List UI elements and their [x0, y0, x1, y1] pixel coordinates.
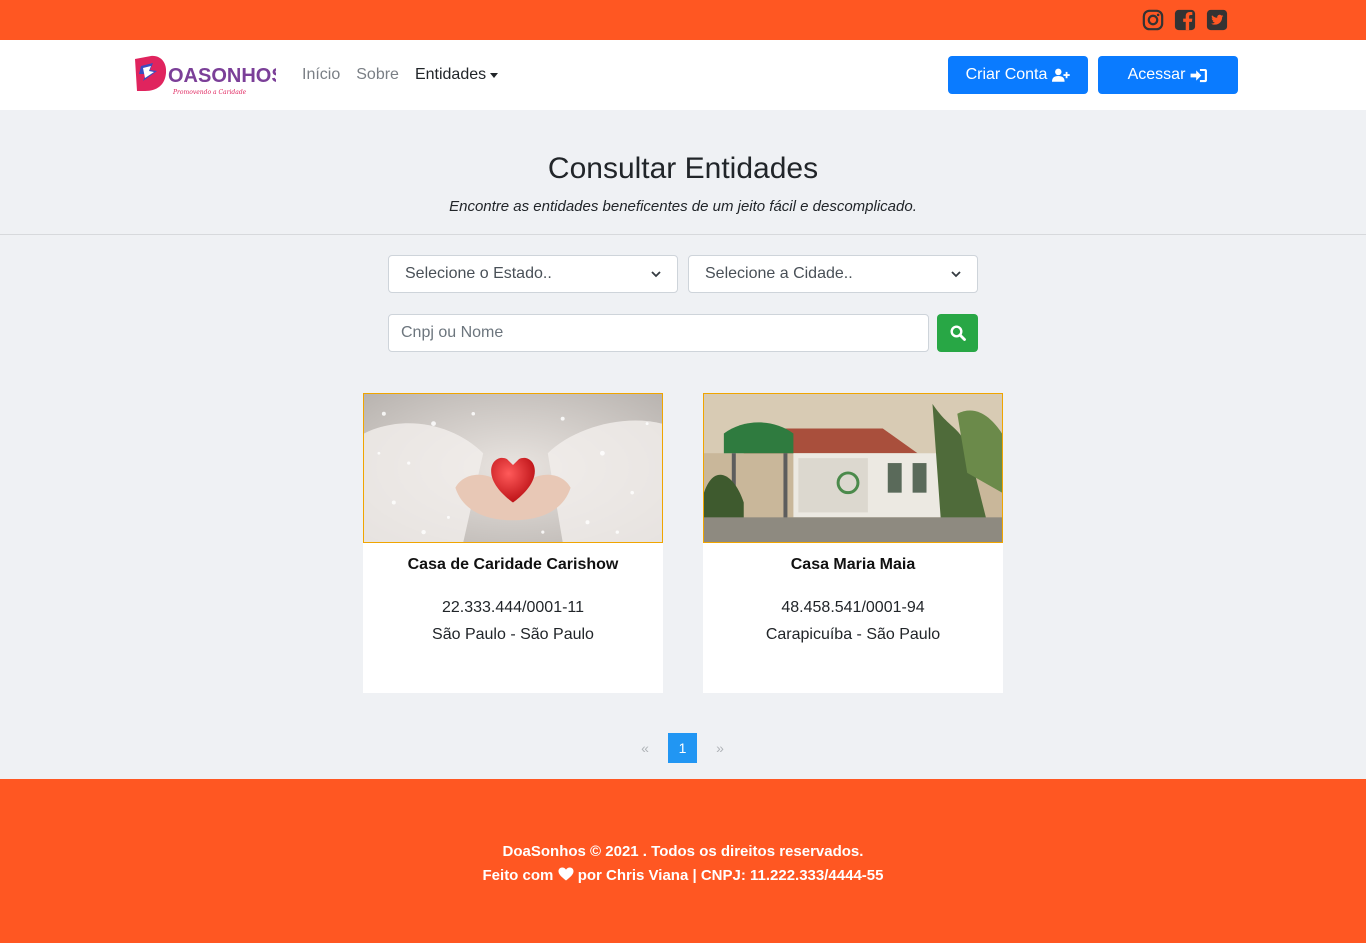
user-plus-icon: [1052, 68, 1071, 82]
pagination-next[interactable]: »: [705, 733, 735, 763]
login-button[interactable]: Acessar: [1098, 56, 1238, 94]
entity-card[interactable]: Casa Maria Maia 48.458.541/0001-94 Carap…: [703, 393, 1003, 693]
entity-location: Carapicuíba - São Paulo: [765, 626, 941, 643]
page-subtitle: Encontre as entidades beneficentes de um…: [449, 198, 917, 215]
nav-entidades-label: Entidades: [414, 66, 487, 83]
social-links: [1142, 9, 1228, 31]
instagram-icon[interactable]: [1142, 9, 1164, 31]
footer: DoaSonhos © 2021 . Todos os direitos res…: [0, 779, 1366, 943]
state-select[interactable]: Selecione o Estado..: [388, 255, 678, 293]
search-button[interactable]: [937, 314, 978, 352]
entity-name[interactable]: Casa de Caridade Carishow: [363, 556, 663, 574]
svg-text:Promovendo a Caridade: Promovendo a Caridade: [172, 89, 247, 96]
footer-credits: Feito com por Chris Viana | CNPJ: 11.222…: [0, 867, 1366, 884]
entity-cnpj: 22.333.444/0001-11: [441, 599, 585, 616]
navbar: OASONHOS Promovendo a Caridade Início So…: [0, 40, 1366, 110]
nav-inicio[interactable]: Início: [302, 66, 340, 84]
page-title: Consultar Entidades: [547, 152, 819, 185]
top-bar: [0, 0, 1366, 40]
footer-copyright: DoaSonhos © 2021 . Todos os direitos res…: [502, 843, 864, 860]
nav-links: Início Sobre Entidades: [302, 40, 499, 110]
footer-made-with: Feito com: [482, 867, 554, 884]
entity-name[interactable]: Casa Maria Maia: [703, 556, 1003, 574]
page-header: Consultar Entidades Encontre as entidade…: [0, 110, 1366, 235]
footer-author: por Chris Viana | CNPJ: 11.222.333/4444-…: [577, 867, 884, 884]
twitter-icon[interactable]: [1206, 9, 1228, 31]
facebook-icon[interactable]: [1174, 9, 1196, 31]
search-icon: [949, 325, 966, 341]
pagination: « 1 »: [630, 733, 735, 763]
state-select-value: Selecione o Estado..: [405, 265, 552, 282]
doasonhos-logo[interactable]: OASONHOS Promovendo a Caridade: [131, 53, 276, 97]
pagination-page-1[interactable]: 1: [668, 733, 697, 763]
create-account-button[interactable]: Criar Conta: [948, 56, 1088, 94]
chevron-down-icon: [651, 271, 661, 278]
svg-text:OASONHOS: OASONHOS: [168, 65, 276, 87]
entity-image-heart-hands: [363, 393, 663, 543]
city-select-value: Selecione a Cidade..: [705, 265, 853, 282]
nav-entidades-dropdown[interactable]: Entidades: [414, 66, 499, 84]
create-account-label: Criar Conta: [965, 66, 1048, 83]
chevron-down-icon: [951, 271, 961, 278]
entity-card[interactable]: Casa de Caridade Carishow 22.333.444/000…: [363, 393, 663, 693]
login-label: Acessar: [1127, 66, 1186, 83]
nav-sobre[interactable]: Sobre: [356, 66, 399, 84]
entity-cnpj: 48.458.541/0001-94: [781, 599, 925, 616]
sign-in-icon: [1190, 68, 1208, 82]
pagination-prev[interactable]: «: [630, 733, 660, 763]
heart-icon: [558, 867, 574, 881]
search-input[interactable]: [388, 314, 929, 352]
entity-location: São Paulo - São Paulo: [432, 626, 594, 643]
caret-down-icon: [490, 72, 499, 78]
city-select[interactable]: Selecione a Cidade..: [688, 255, 978, 293]
entity-image-building: [703, 393, 1003, 543]
